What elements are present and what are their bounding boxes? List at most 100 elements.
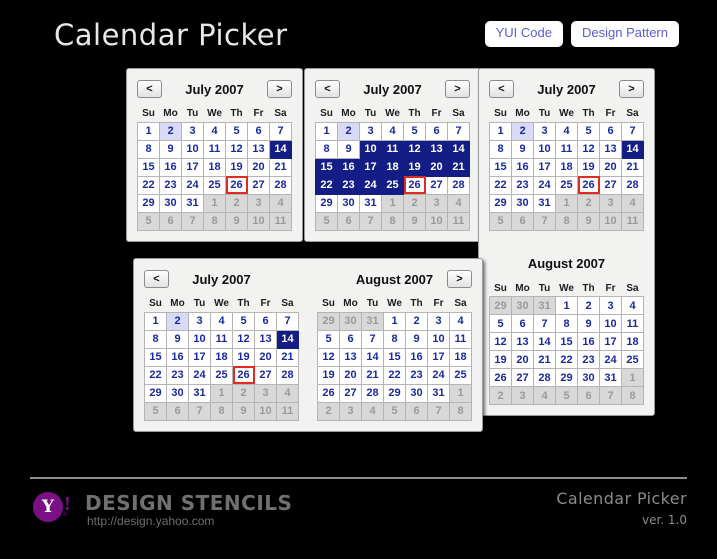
day-cell[interactable]: 7 xyxy=(621,121,644,141)
day-cell[interactable]: 27 xyxy=(511,368,534,387)
day-cell[interactable]: 11 xyxy=(210,329,233,349)
day-cell[interactable]: 29 xyxy=(383,383,406,403)
day-cell[interactable]: 22 xyxy=(144,365,167,385)
day-cell[interactable]: 31 xyxy=(599,368,622,387)
day-cell[interactable]: 18 xyxy=(203,157,226,177)
day-cell-selected[interactable]: 16 xyxy=(337,157,360,177)
day-cell[interactable]: 7 xyxy=(533,314,556,333)
day-cell[interactable]: 2 xyxy=(405,311,428,331)
day-cell[interactable]: 15 xyxy=(144,347,167,367)
day-cell-adjacent-month[interactable]: 1 xyxy=(203,193,226,213)
day-cell-adjacent-month[interactable]: 1 xyxy=(555,193,578,213)
day-cell[interactable]: 29 xyxy=(315,193,338,213)
day-cell-selected[interactable]: 20 xyxy=(425,157,448,177)
day-cell[interactable]: 31 xyxy=(188,383,211,403)
day-cell[interactable]: 20 xyxy=(247,157,270,177)
day-cell[interactable]: 30 xyxy=(166,383,189,403)
day-cell[interactable]: 30 xyxy=(159,193,182,213)
day-cell[interactable]: 23 xyxy=(405,365,428,385)
day-cell[interactable]: 22 xyxy=(383,365,406,385)
day-cell-adjacent-month[interactable]: 9 xyxy=(225,211,248,231)
day-cell-adjacent-month[interactable]: 4 xyxy=(276,383,299,403)
day-cell[interactable]: 16 xyxy=(511,157,534,177)
day-cell[interactable]: 28 xyxy=(361,383,384,403)
day-cell[interactable]: 21 xyxy=(533,350,556,369)
day-cell-adjacent-month[interactable]: 5 xyxy=(315,211,338,231)
day-cell-today[interactable]: 2 xyxy=(511,121,534,141)
day-cell-selected[interactable]: 14 xyxy=(621,139,644,159)
day-cell[interactable]: 27 xyxy=(339,383,362,403)
day-cell[interactable]: 11 xyxy=(203,139,226,159)
day-cell-selected[interactable]: 14 xyxy=(269,139,292,159)
day-cell[interactable]: 7 xyxy=(269,121,292,141)
day-cell[interactable]: 10 xyxy=(188,329,211,349)
day-cell[interactable]: 10 xyxy=(533,139,556,159)
day-cell-adjacent-month[interactable]: 8 xyxy=(203,211,226,231)
day-cell-adjacent-month[interactable]: 1 xyxy=(621,368,644,387)
day-cell-today[interactable]: 2 xyxy=(337,121,360,141)
day-cell[interactable]: 8 xyxy=(383,329,406,349)
day-cell[interactable]: 10 xyxy=(427,329,450,349)
day-cell-selected[interactable]: 18 xyxy=(381,157,404,177)
day-cell[interactable]: 8 xyxy=(144,329,167,349)
day-cell[interactable]: 1 xyxy=(144,311,167,331)
day-cell[interactable]: 27 xyxy=(247,175,270,195)
day-cell[interactable]: 14 xyxy=(533,332,556,351)
day-cell[interactable]: 24 xyxy=(427,365,450,385)
day-cell-adjacent-month[interactable]: 3 xyxy=(254,383,277,403)
day-cell[interactable]: 1 xyxy=(383,311,406,331)
day-cell[interactable]: 15 xyxy=(383,347,406,367)
calendar-side-by-side-two-month[interactable]: <July 2007>SuMoTuWeThFrSa123456789101112… xyxy=(133,258,483,432)
day-cell[interactable]: 4 xyxy=(449,311,472,331)
day-cell[interactable]: 21 xyxy=(269,157,292,177)
day-cell[interactable]: 25 xyxy=(449,365,472,385)
day-cell-adjacent-month[interactable]: 10 xyxy=(254,401,277,421)
day-cell-adjacent-month[interactable]: 3 xyxy=(425,193,448,213)
day-cell[interactable]: 23 xyxy=(577,350,600,369)
next-month-button[interactable]: > xyxy=(267,80,292,98)
day-cell[interactable]: 30 xyxy=(405,383,428,403)
day-cell-adjacent-month[interactable]: 6 xyxy=(166,401,189,421)
day-cell[interactable]: 17 xyxy=(181,157,204,177)
day-cell[interactable]: 22 xyxy=(555,350,578,369)
day-cell[interactable]: 31 xyxy=(359,193,382,213)
calendar-stacked-two-month[interactable]: < July 2007 > Su Mo Tu We Th Fr Sa 1 2 3 4 5 6 7 8 9 10 11 12… xyxy=(478,68,655,416)
day-cell[interactable]: 14 xyxy=(361,347,384,367)
day-cell-adjacent-month[interactable]: 2 xyxy=(403,193,426,213)
day-cell-adjacent-month[interactable]: 1 xyxy=(449,383,472,403)
day-cell-selected[interactable]: 24 xyxy=(359,175,382,195)
day-cell-adjacent-month[interactable]: 3 xyxy=(339,401,362,421)
day-cell[interactable]: 20 xyxy=(511,350,534,369)
day-cell[interactable]: 3 xyxy=(533,121,556,141)
day-cell[interactable]: 20 xyxy=(254,347,277,367)
day-cell-adjacent-month[interactable]: 7 xyxy=(359,211,382,231)
day-cell[interactable]: 24 xyxy=(533,175,556,195)
calendar-single-select[interactable]: < July 2007 > Su Mo Tu We Th Fr Sa 1 2 3 4 5 6 7 8 9 10 11 12… xyxy=(126,68,303,242)
day-cell[interactable]: 17 xyxy=(188,347,211,367)
day-cell-adjacent-month[interactable]: 11 xyxy=(276,401,299,421)
day-cell-selected[interactable]: 22 xyxy=(315,175,338,195)
day-cell-selected[interactable]: 13 xyxy=(425,139,448,159)
day-cell-adjacent-month[interactable]: 29 xyxy=(489,296,512,315)
day-cell[interactable]: 9 xyxy=(511,139,534,159)
day-cell[interactable]: 10 xyxy=(599,314,622,333)
day-cell-adjacent-month[interactable]: 4 xyxy=(447,193,470,213)
day-cell-adjacent-month[interactable]: 4 xyxy=(269,193,292,213)
day-cell[interactable]: 22 xyxy=(137,175,160,195)
day-cell-adjacent-month[interactable]: 2 xyxy=(317,401,340,421)
day-cell[interactable]: 25 xyxy=(210,365,233,385)
day-cell[interactable]: 26 xyxy=(317,383,340,403)
day-cell-adjacent-month[interactable]: 31 xyxy=(533,296,556,315)
day-cell[interactable]: 19 xyxy=(317,365,340,385)
day-cell[interactable]: 4 xyxy=(555,121,578,141)
day-cell-adjacent-month[interactable]: 5 xyxy=(383,401,406,421)
day-cell[interactable]: 20 xyxy=(599,157,622,177)
day-cell[interactable]: 19 xyxy=(577,157,600,177)
day-cell[interactable]: 31 xyxy=(533,193,556,213)
day-cell[interactable]: 5 xyxy=(577,121,600,141)
day-cell[interactable]: 31 xyxy=(427,383,450,403)
day-cell[interactable]: 6 xyxy=(425,121,448,141)
day-cell[interactable]: 17 xyxy=(427,347,450,367)
day-cell[interactable]: 27 xyxy=(254,365,277,385)
day-cell[interactable]: 21 xyxy=(361,365,384,385)
